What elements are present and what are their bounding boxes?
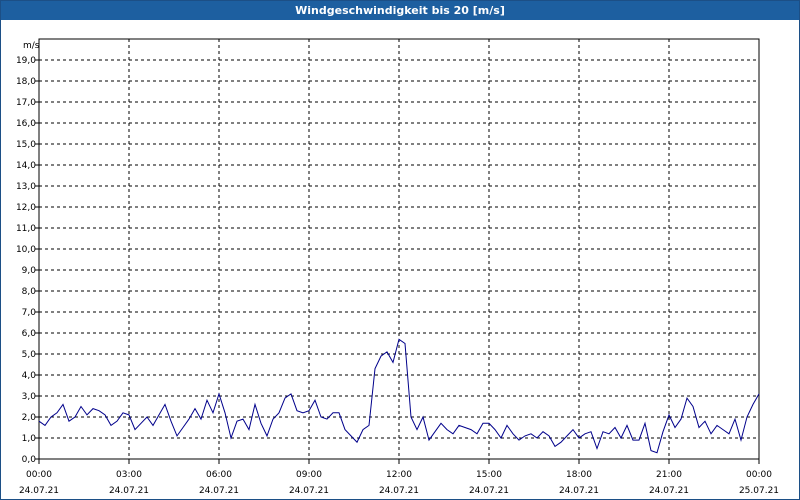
y-tick-label: 13,0 <box>16 182 36 192</box>
x-tick-date: 24.07.21 <box>199 486 239 496</box>
y-axis-unit: m/s <box>23 41 40 51</box>
x-axis: 00:00 24.07.21 03:00 24.07.21 06:00 24.07.21 0… <box>19 459 779 496</box>
x-tick-date: 24.07.21 <box>289 486 329 496</box>
y-tick-label: 5,0 <box>22 350 37 360</box>
y-tick-label: 9,0 <box>22 266 37 276</box>
y-tick-label: 3,0 <box>22 392 37 402</box>
y-tick-label: 16,0 <box>16 119 36 129</box>
x-tick-time: 03:00 <box>116 470 142 480</box>
x-tick-time: 06:00 <box>206 470 232 480</box>
y-tick-label: 19,0 <box>16 56 36 66</box>
x-tick-date: 24.07.21 <box>469 486 509 496</box>
y-tick-label: 4,0 <box>22 371 37 381</box>
y-tick-label: 17,0 <box>16 98 36 108</box>
x-tick-date: 24.07.21 <box>379 486 419 496</box>
y-tick-label: 2,0 <box>22 413 37 423</box>
y-tick-label: 15,0 <box>16 140 36 150</box>
y-tick-label: 8,0 <box>22 287 37 297</box>
wind-speed-chart: 0,0 1,0 2,0 3,0 4,0 5,0 6,0 7,0 8,0 9,0 10,0 11,0 12… <box>16 38 779 496</box>
x-tick-time: 21:00 <box>656 470 682 480</box>
x-tick-date: 24.07.21 <box>559 486 599 496</box>
y-tick-label: 11,0 <box>16 224 36 234</box>
y-axis: 0,0 1,0 2,0 3,0 4,0 5,0 6,0 7,0 8,0 9,0 10,0 11,0 12… <box>16 56 39 465</box>
x-tick-date: 25.07.21 <box>739 486 779 496</box>
grid-lines <box>39 39 759 459</box>
x-tick-time: 09:00 <box>296 470 322 480</box>
y-tick-label: 6,0 <box>22 329 37 339</box>
y-tick-label: 18,0 <box>16 77 36 87</box>
x-tick-time: 18:00 <box>566 470 592 480</box>
y-tick-label: 0,0 <box>22 455 37 465</box>
y-tick-label: 7,0 <box>22 308 37 318</box>
y-tick-label: 1,0 <box>22 434 37 444</box>
x-tick-time: 12:00 <box>386 470 412 480</box>
x-tick-time: 15:00 <box>476 470 502 480</box>
y-tick-label: 10,0 <box>16 245 36 255</box>
y-tick-label: 12,0 <box>16 203 36 213</box>
x-tick-date: 24.07.21 <box>109 486 149 496</box>
x-tick-date: 24.07.21 <box>649 486 689 496</box>
x-tick-date: 24.07.21 <box>19 486 59 496</box>
x-tick-time: 00:00 <box>26 470 52 480</box>
y-tick-label: 14,0 <box>16 161 36 171</box>
x-tick-time: 00:00 <box>746 470 772 480</box>
